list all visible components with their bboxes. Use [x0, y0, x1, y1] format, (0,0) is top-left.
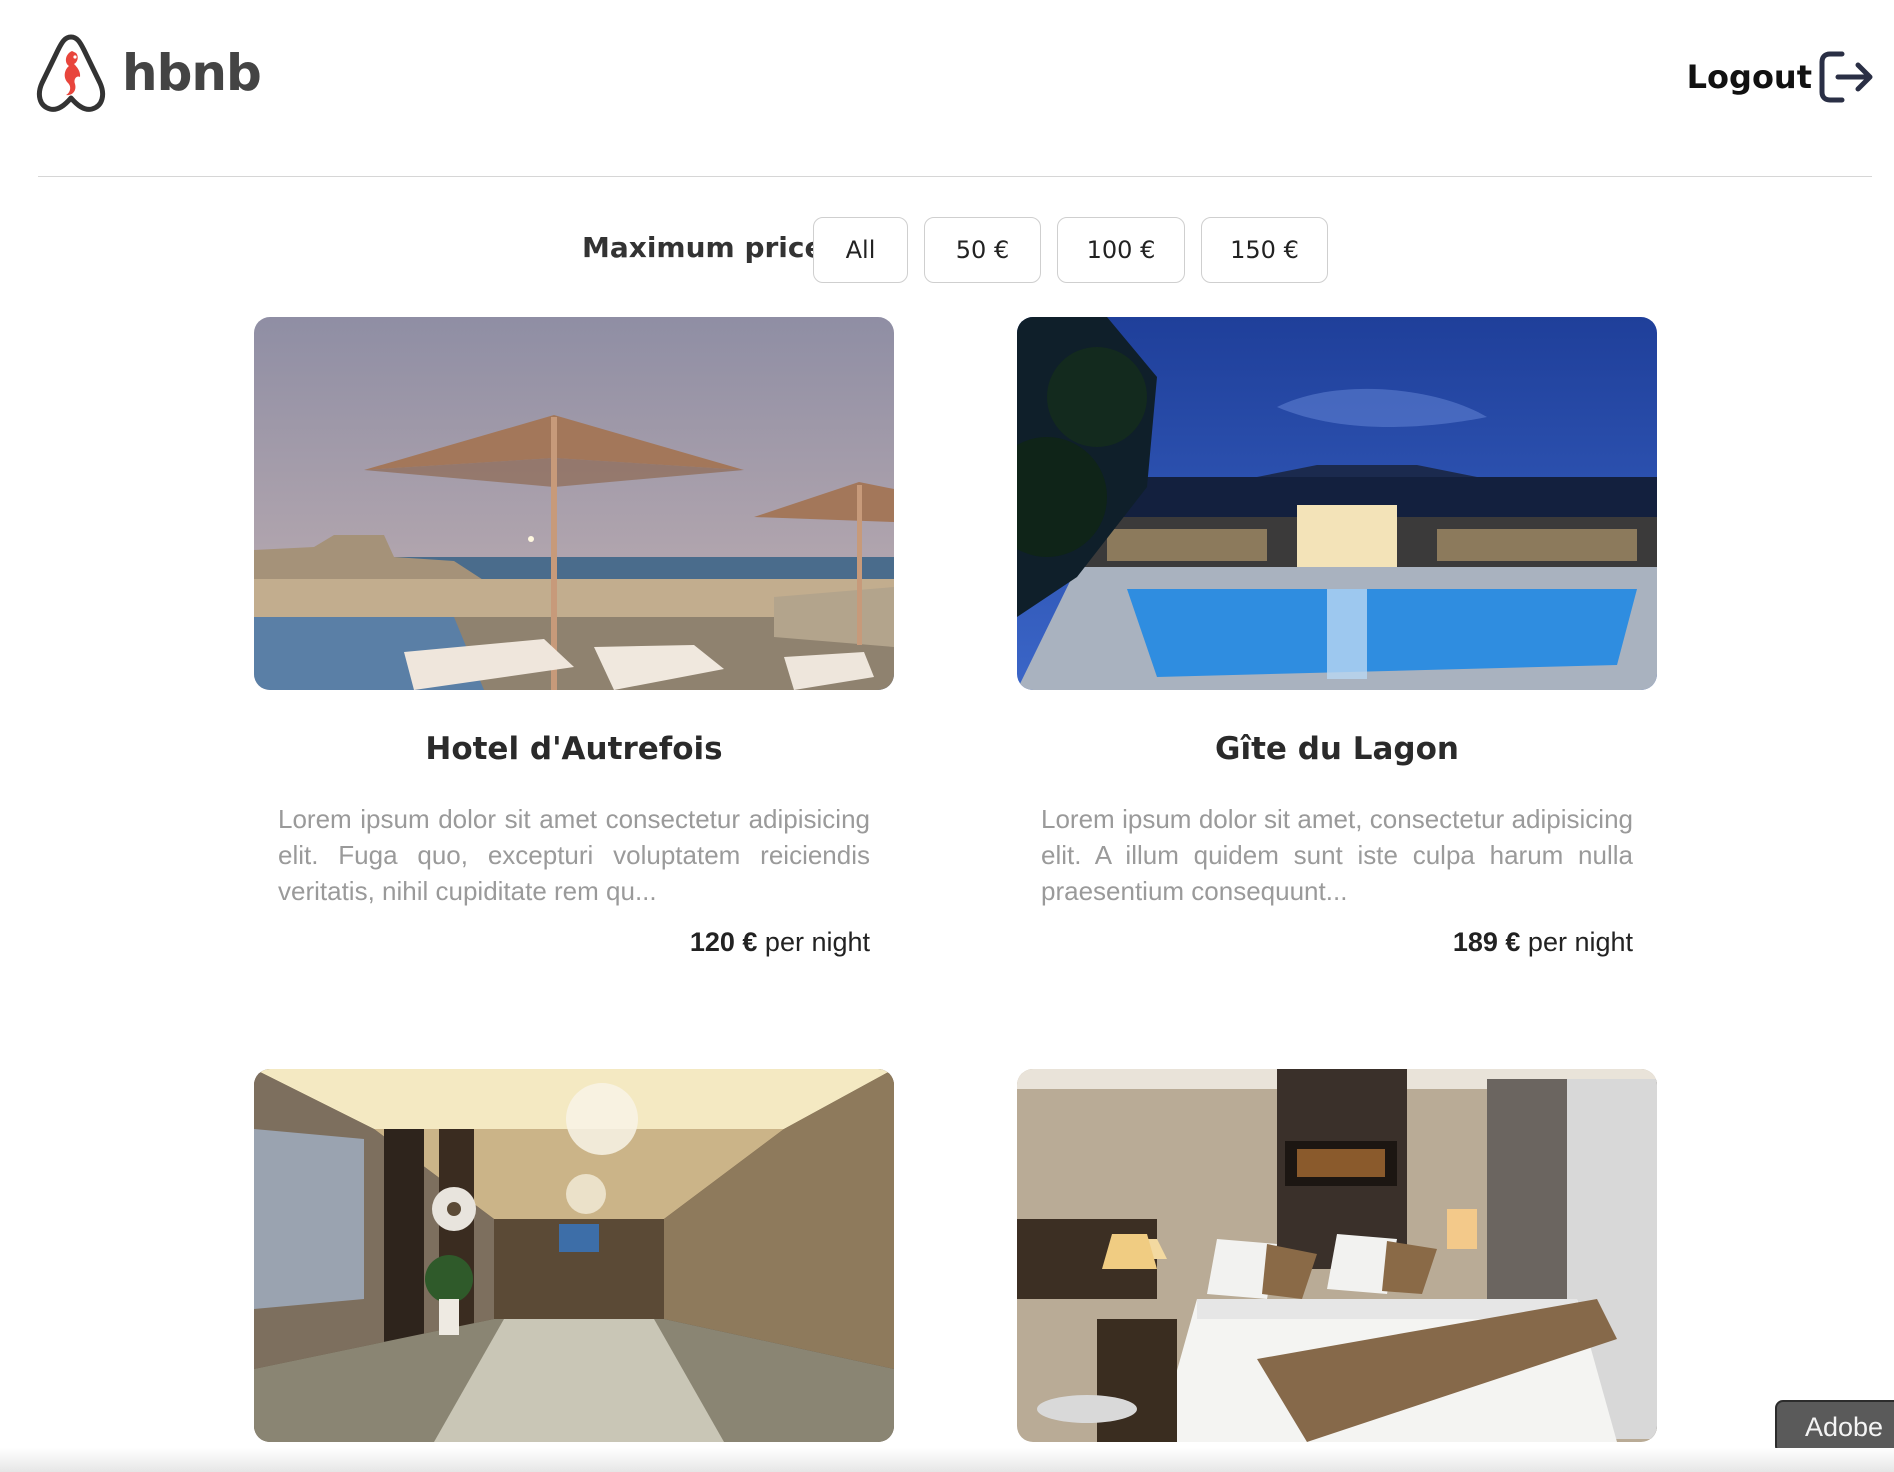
place-description: Lorem ipsum dolor sit amet consectetur a… [278, 804, 870, 906]
logout-icon [1819, 51, 1873, 103]
place-photo-beach-umbrellas[interactable] [254, 317, 894, 690]
header: hbnb Logout [0, 0, 1894, 177]
adobe-button[interactable]: Adobe [1775, 1400, 1894, 1454]
price-amount: 120 € [689, 927, 758, 957]
filter-button-all[interactable]: All [813, 217, 908, 283]
filter-button-100[interactable]: 100 € [1057, 217, 1185, 283]
bottom-edge [0, 1448, 1894, 1472]
filter-button-50[interactable]: 50 € [924, 217, 1041, 283]
place-photo-resort-pool[interactable] [1017, 317, 1657, 690]
price-unit: per night [1527, 927, 1633, 957]
max-price-label: Maximum price: [582, 231, 835, 264]
price-amount: 189 € [1452, 927, 1521, 957]
place-title[interactable]: Gîte du Lagon [1017, 731, 1657, 767]
filter-button-150[interactable]: 150 € [1201, 217, 1328, 283]
place-photo-hotel-bedroom[interactable] [1017, 1069, 1657, 1442]
airbnb-seahorse-logo-icon [36, 34, 106, 112]
place-price: 189 € per night [1041, 927, 1633, 958]
place-photo-hotel-lobby[interactable] [254, 1069, 894, 1442]
place-title[interactable]: Hotel d'Autrefois [254, 731, 894, 767]
place-description: Lorem ipsum dolor sit amet, consectetur … [1041, 804, 1633, 906]
header-divider [38, 176, 1872, 177]
price-unit: per night [764, 927, 870, 957]
logo[interactable]: hbnb [34, 33, 262, 113]
place-price: 120 € per night [278, 927, 870, 958]
logo-text: hbnb [122, 44, 262, 102]
logout-button[interactable]: Logout [1687, 50, 1876, 104]
price-filter: Maximum price: All 50 € 100 € 150 € [0, 217, 1894, 285]
logout-label: Logout [1686, 58, 1812, 96]
